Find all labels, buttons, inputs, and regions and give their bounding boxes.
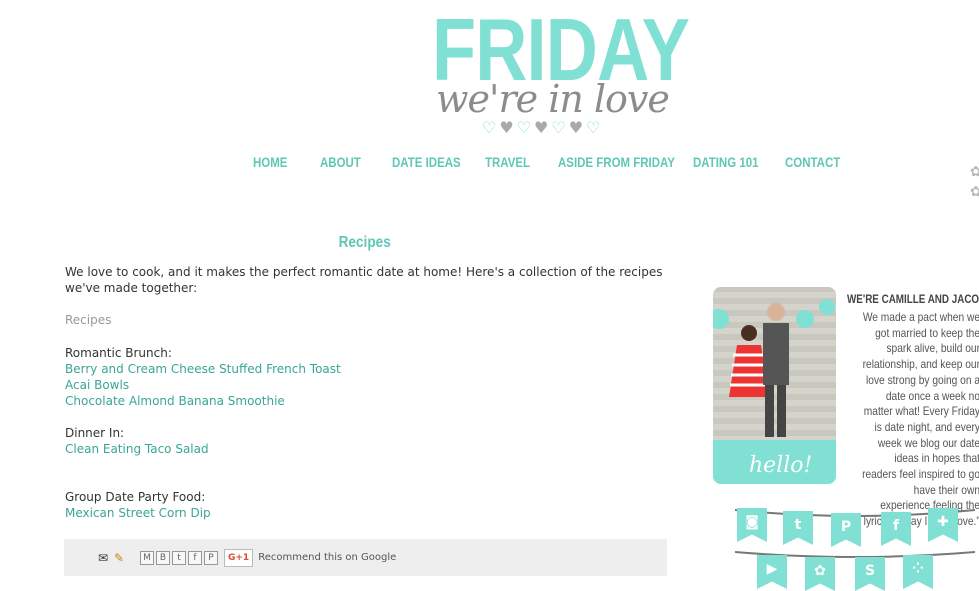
- pinterest-share-icon[interactable]: P: [204, 550, 218, 565]
- social-bunting: ◙ t P f ✚ ▶ ✿ S ⁘: [735, 500, 975, 591]
- nav-date-ideas[interactable]: DATE IDEAS: [392, 154, 468, 170]
- recipe-link[interactable]: Acai Bowls: [65, 377, 341, 393]
- recipe-link[interactable]: Chocolate Almond Banana Smoothie: [65, 393, 341, 409]
- nav-contact[interactable]: CONTACT: [785, 154, 840, 170]
- photo-caption: hello!: [749, 453, 813, 478]
- logo-hearts: ♡ ♥ ♡ ♥ ♡ ♥ ♡: [482, 120, 600, 136]
- section-heading: Dinner In:: [65, 426, 125, 440]
- site-logo[interactable]: FRIDAY we're in love ♡ ♥ ♡ ♥ ♡ ♥ ♡: [420, 6, 690, 143]
- email-post-icon[interactable]: ✉: [96, 551, 110, 565]
- section-romantic-brunch: Romantic Brunch: Berry and Cream Cheese …: [65, 345, 341, 409]
- recipes-label: Recipes: [65, 313, 112, 327]
- recipe-link[interactable]: Berry and Cream Cheese Stuffed French To…: [65, 361, 341, 377]
- nav-home[interactable]: HOME: [253, 154, 308, 170]
- logo-tagline: we're in love: [436, 77, 670, 121]
- nav-travel[interactable]: TRAVEL: [485, 154, 545, 170]
- blogger-share-icon[interactable]: B: [156, 550, 170, 565]
- section-dinner-in: Dinner In: Clean Eating Taco Salad: [65, 425, 209, 457]
- heart-icon: ♡: [551, 118, 566, 137]
- nav-aside-from-friday[interactable]: ASIDE FROM FRIDAY: [558, 154, 675, 170]
- heart-icon: ♥: [534, 118, 549, 137]
- facebook-share-icon[interactable]: f: [188, 550, 202, 565]
- email-share-icon[interactable]: M: [140, 550, 154, 565]
- twitter-share-icon[interactable]: t: [172, 550, 186, 565]
- section-group-date: Group Date Party Food: Mexican Street Co…: [65, 489, 211, 521]
- couple-photo: hello!: [713, 287, 836, 484]
- recommend-text: Recommend this on Google: [258, 552, 397, 563]
- nav-dating-101[interactable]: DATING 101: [693, 154, 768, 170]
- nav-about[interactable]: ABOUT: [320, 154, 379, 170]
- post-intro: We love to cook, and it makes the perfec…: [65, 265, 663, 295]
- section-heading: Group Date Party Food:: [65, 490, 206, 504]
- bio-text: We made a pact when we got married to ke…: [862, 310, 979, 529]
- google-plus-button[interactable]: G+1: [224, 548, 254, 567]
- heart-icon: ♡: [516, 118, 532, 137]
- main-nav: HOME ABOUT DATE IDEAS TRAVEL ASIDE FROM …: [253, 154, 852, 170]
- heart-icon: ♡: [482, 118, 497, 137]
- heart-icon: ♡: [586, 118, 601, 137]
- section-heading: Romantic Brunch:: [65, 346, 172, 360]
- recipe-link[interactable]: Mexican Street Corn Dip: [65, 505, 211, 521]
- bio-title: WE'RE CAMILLE AND JACOB!: [847, 292, 979, 306]
- recipe-link[interactable]: Clean Eating Taco Salad: [65, 441, 209, 457]
- tumblr-icon[interactable]: ✿: [805, 557, 835, 591]
- heart-icon: ♥: [568, 118, 584, 137]
- share-bar: ✉ ✎ M B t f P G+1 Recommend this on Goog…: [64, 539, 667, 576]
- heart-icon: ♥: [499, 118, 514, 137]
- post-title: Recipes: [338, 234, 392, 251]
- edit-pencil-icon[interactable]: ✎: [112, 551, 126, 565]
- edge-decoration: ✿ ✿: [970, 164, 979, 200]
- stumbleupon-icon[interactable]: S: [855, 557, 885, 591]
